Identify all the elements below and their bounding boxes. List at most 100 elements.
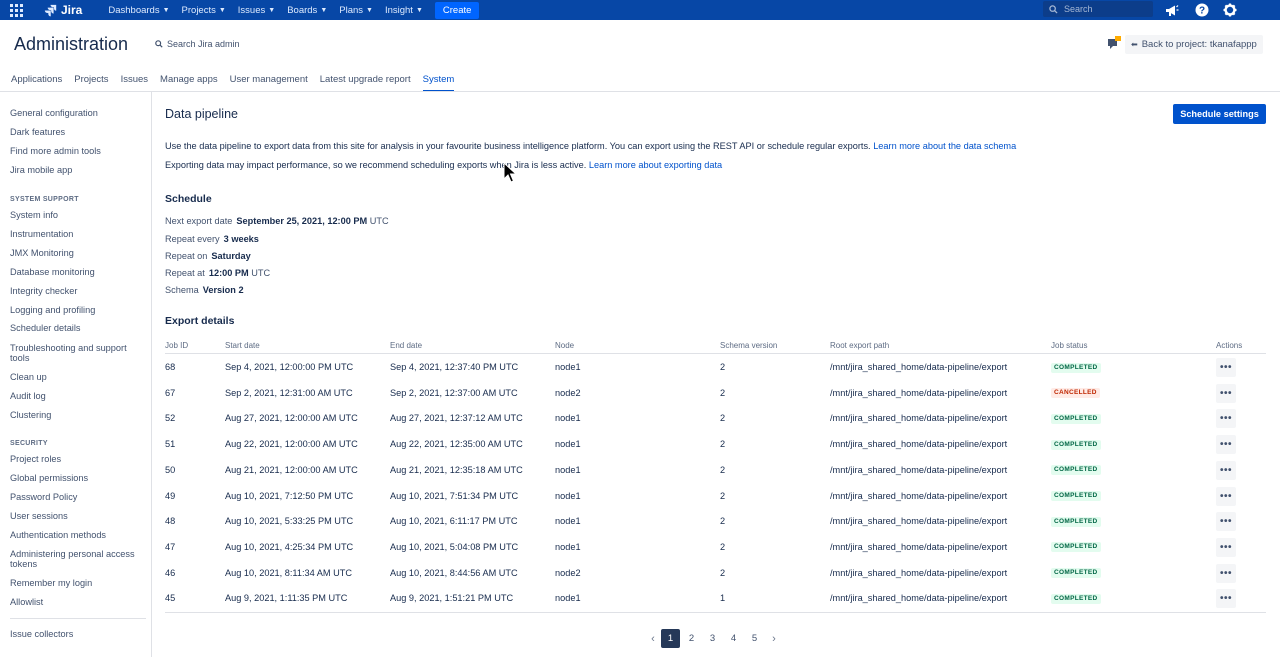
- column-header-actions: Actions: [1216, 341, 1243, 350]
- sidebar-item-system-info[interactable]: System info: [10, 210, 138, 220]
- sidebar-item-user-sessions[interactable]: User sessions: [10, 511, 138, 521]
- sidebar-item-issue-collectors[interactable]: Issue collectors: [10, 629, 138, 639]
- app-switcher-icon[interactable]: [9, 3, 24, 18]
- chevron-left-icon[interactable]: ‹: [645, 629, 661, 648]
- chevron-down-icon: ▼: [415, 6, 423, 14]
- tab-issues[interactable]: Issues: [121, 74, 148, 90]
- start-date-cell: Sep 4, 2021, 12:00:00 PM UTC: [225, 362, 354, 372]
- schema: Schema Version 2: [165, 285, 244, 295]
- sidebar-item-clustering[interactable]: Clustering: [10, 410, 138, 420]
- sidebar-heading-security: SECURITY: [10, 440, 48, 447]
- page-title: Data pipeline: [165, 107, 238, 121]
- nav-boards[interactable]: Boards ▼: [287, 0, 327, 20]
- jira-logo-text: Jira: [61, 3, 83, 17]
- page-3-button[interactable]: 3: [703, 629, 722, 648]
- table-row: 68 Sep 4, 2021, 12:00:00 PM UTC Sep 4, 202…: [165, 355, 1266, 380]
- nav-plans-label: Plans: [339, 4, 364, 16]
- row-actions-button[interactable]: •••: [1216, 589, 1236, 609]
- create-button[interactable]: Create: [434, 1, 480, 19]
- table-row: 46 Aug 10, 2021, 8:11:34 AM UTC Aug 10, 20…: [165, 561, 1266, 586]
- tabs-divider: [0, 91, 1280, 92]
- help-icon[interactable]: ?: [1194, 2, 1210, 18]
- column-header-job-status: Job status: [1051, 341, 1088, 350]
- job-id-cell: 48: [165, 516, 176, 527]
- row-actions-button[interactable]: •••: [1216, 383, 1236, 403]
- global-search-input[interactable]: [1064, 4, 1144, 14]
- nav-insight[interactable]: Insight ▼: [385, 0, 423, 20]
- repeat-every-value: 3 weeks: [223, 234, 259, 244]
- sidebar-item-authentication-methods[interactable]: Authentication methods: [10, 530, 138, 540]
- job-id-cell: 49: [165, 490, 176, 501]
- row-actions-button[interactable]: •••: [1216, 435, 1236, 455]
- sidebar-item-instrumentation[interactable]: Instrumentation: [10, 229, 138, 239]
- sidebar-item-global-permissions[interactable]: Global permissions: [10, 473, 138, 483]
- row-actions-button[interactable]: •••: [1216, 358, 1236, 377]
- tab-latest-upgrade-report[interactable]: Latest upgrade report: [320, 74, 411, 90]
- sidebar-item-project-roles[interactable]: Project roles: [10, 454, 138, 464]
- sidebar-item-find-more-admin-tools[interactable]: Find more admin tools: [10, 146, 138, 156]
- status-badge: COMPLETED: [1051, 542, 1101, 553]
- column-header-node: Node: [555, 341, 575, 350]
- schema-version-cell: 2: [720, 439, 726, 450]
- row-actions-button[interactable]: •••: [1216, 409, 1236, 429]
- sidebar-item-general-configuration[interactable]: General configuration: [10, 108, 138, 118]
- next-export-suffix: UTC: [369, 216, 389, 226]
- node-cell: node1: [555, 516, 581, 527]
- row-actions-button[interactable]: •••: [1216, 486, 1236, 506]
- back-to-project-button[interactable]: ⬅ Back to project: tkanafappp: [1125, 35, 1263, 54]
- sidebar-item-audit-log[interactable]: Audit log: [10, 391, 138, 401]
- chevron-right-icon[interactable]: ›: [766, 629, 782, 648]
- tab-projects[interactable]: Projects: [74, 74, 108, 90]
- tab-system[interactable]: System: [422, 74, 454, 92]
- feedback-icon[interactable]: [1107, 36, 1121, 50]
- page-4-button[interactable]: 4: [724, 629, 743, 648]
- sidebar-item-dark-features[interactable]: Dark features: [10, 127, 138, 137]
- sidebar-heading-system-support: SYSTEM SUPPORT: [10, 196, 79, 203]
- row-actions-button[interactable]: •••: [1216, 460, 1236, 480]
- sidebar-item-clean-up[interactable]: Clean up: [10, 372, 138, 382]
- row-actions-button[interactable]: •••: [1216, 512, 1236, 532]
- learn-data-schema-link[interactable]: Learn more about the data schema: [873, 141, 1016, 151]
- row-actions-button[interactable]: •••: [1216, 537, 1236, 557]
- schedule-heading: Schedule: [165, 193, 212, 205]
- sidebar-item-logging-and-profiling[interactable]: Logging and profiling: [10, 305, 138, 315]
- nav-projects[interactable]: Projects ▼: [182, 0, 226, 20]
- column-header-end-date: End date: [390, 341, 423, 350]
- table-bottom-divider: [165, 612, 1266, 613]
- nav-dashboards[interactable]: Dashboards ▼: [108, 0, 169, 20]
- sidebar-item-password-policy[interactable]: Password Policy: [10, 492, 138, 502]
- nav-issues[interactable]: Issues ▼: [238, 0, 275, 20]
- start-date-cell: Aug 10, 2021, 4:25:34 PM UTC: [225, 541, 354, 552]
- table-row: 47 Aug 10, 2021, 4:25:34 PM UTC Aug 10, 20…: [165, 535, 1266, 560]
- global-search[interactable]: [1043, 1, 1153, 17]
- sidebar-item-allowlist[interactable]: Allowlist: [10, 597, 138, 607]
- row-actions-button[interactable]: •••: [1216, 563, 1236, 583]
- page-5-button[interactable]: 5: [745, 629, 764, 648]
- schema-version-cell: 2: [720, 464, 726, 475]
- admin-search[interactable]: Search Jira admin: [155, 39, 240, 49]
- end-date-cell: Aug 10, 2021, 8:44:56 AM UTC: [390, 567, 518, 578]
- sidebar-item-personal-access-tokens[interactable]: Administering personal access tokens: [10, 549, 138, 569]
- sidebar-item-troubleshooting[interactable]: Troubleshooting and support tools: [10, 343, 138, 363]
- table-row: 50 Aug 21, 2021, 12:00:00 AM UTC Aug 21, 2…: [165, 458, 1266, 483]
- sidebar-item-remember-my-login[interactable]: Remember my login: [10, 578, 138, 588]
- tab-applications[interactable]: Applications: [11, 74, 62, 90]
- tab-user-management[interactable]: User management: [230, 74, 308, 90]
- chevron-down-icon: ▼: [268, 6, 276, 14]
- jira-logo[interactable]: Jira: [44, 3, 82, 17]
- schedule-settings-button[interactable]: Schedule settings: [1173, 104, 1266, 124]
- page-2-button[interactable]: 2: [682, 629, 701, 648]
- learn-exporting-data-link[interactable]: Learn more about exporting data: [589, 160, 722, 170]
- sidebar-item-integrity-checker[interactable]: Integrity checker: [10, 286, 138, 296]
- node-cell: node1: [555, 464, 581, 475]
- megaphone-icon[interactable]: [1164, 2, 1180, 18]
- sidebar-item-jmx-monitoring[interactable]: JMX Monitoring: [10, 248, 138, 258]
- repeat-every-label: Repeat every: [165, 234, 220, 244]
- sidebar-item-database-monitoring[interactable]: Database monitoring: [10, 267, 138, 277]
- nav-plans[interactable]: Plans ▼: [339, 0, 373, 20]
- tab-manage-apps[interactable]: Manage apps: [160, 74, 218, 90]
- sidebar-item-jira-mobile-app[interactable]: Jira mobile app: [10, 165, 138, 175]
- page-1-button[interactable]: 1: [661, 629, 680, 648]
- sidebar-item-scheduler-details[interactable]: Scheduler details: [10, 323, 138, 333]
- gear-icon[interactable]: [1222, 2, 1238, 18]
